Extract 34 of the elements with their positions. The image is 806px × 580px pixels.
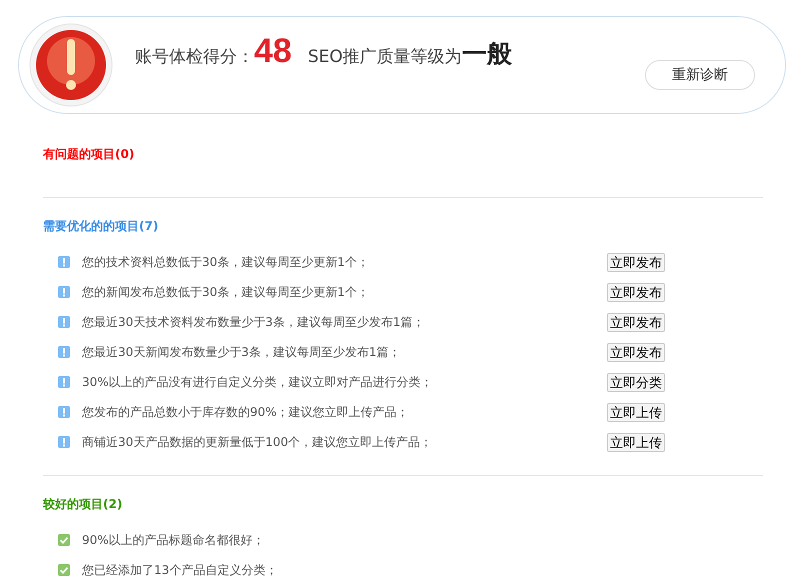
exclamation-icon xyxy=(58,406,70,418)
exclamation-icon xyxy=(58,436,70,448)
exclamation-icon xyxy=(58,286,70,298)
action-button[interactable]: 立即上传 xyxy=(607,402,665,422)
item-text: 您最近30天新闻发布数量少于3条，建议每周至少发布1篇； xyxy=(82,344,402,360)
warning-icon xyxy=(29,23,113,107)
grade-label: SEO推广质量等级为 xyxy=(308,46,462,68)
item-text: 商铺近30天产品数据的更新量低于100个，建议您立即上传产品； xyxy=(82,434,434,450)
check-icon xyxy=(58,564,70,576)
action-button[interactable]: 立即分类 xyxy=(607,372,665,392)
score-label: 账号体检得分： xyxy=(135,46,254,68)
section-heading: 较好的项目(2) xyxy=(43,496,124,513)
item-text: 您的技术资料总数低于30条，建议每周至少更新1个； xyxy=(82,254,370,270)
item-text: 您最近30天技术资料发布数量少于3条，建议每周至少发布1篇； xyxy=(82,314,426,330)
item-text: 您的新闻发布总数低于30条，建议每周至少更新1个； xyxy=(82,284,370,300)
item-text: 您已经添加了13个产品自定义分类； xyxy=(82,562,278,578)
section-heading: 需要优化的的项目(7) xyxy=(43,218,160,235)
exclamation-icon xyxy=(58,346,70,358)
section-heading: 有问题的项目(0) xyxy=(43,146,136,163)
rediagnose-button[interactable]: 重新诊断 xyxy=(645,60,755,90)
action-button[interactable]: 立即发布 xyxy=(607,282,665,302)
score-value: 48 xyxy=(254,32,292,70)
action-button[interactable]: 立即发布 xyxy=(607,252,665,272)
item-text: 30%以上的产品没有进行自定义分类，建议立即对产品进行分类； xyxy=(82,374,434,390)
exclamation-icon xyxy=(58,376,70,388)
item-text: 您发布的产品总数小于库存数的90%；建议您立即上传产品； xyxy=(82,404,410,420)
grade-value: 一般 xyxy=(462,38,512,70)
item-text: 90%以上的产品标题命名都很好； xyxy=(82,532,266,548)
exclamation-icon xyxy=(58,316,70,328)
action-button[interactable]: 立即发布 xyxy=(607,312,665,332)
action-button[interactable]: 立即上传 xyxy=(607,432,665,452)
action-button[interactable]: 立即发布 xyxy=(607,342,665,362)
check-icon xyxy=(58,534,70,546)
exclamation-icon xyxy=(58,256,70,268)
